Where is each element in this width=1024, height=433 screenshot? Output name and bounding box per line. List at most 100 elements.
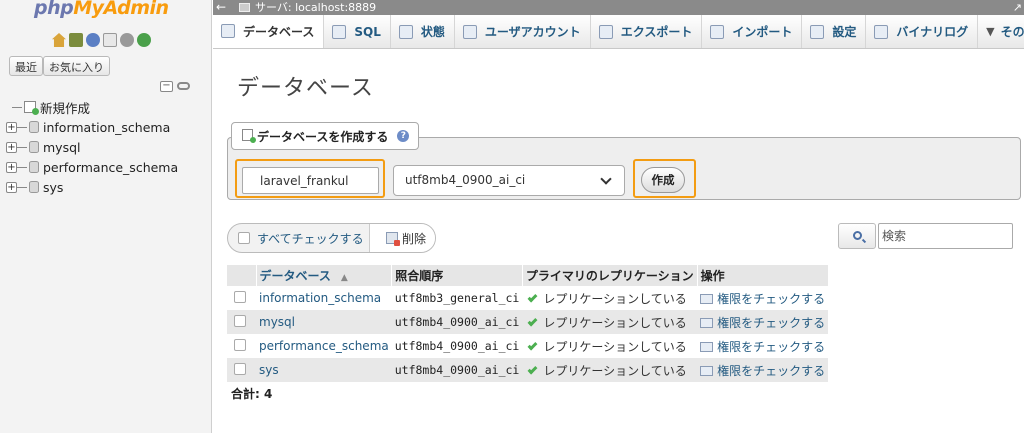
check-privileges-link[interactable]: 権限をチェックする: [697, 310, 829, 334]
status-icon: [398, 24, 413, 39]
collation-cell: utf8mb4_0900_ai_ci: [391, 358, 523, 382]
tree-item-label: performance_schema: [43, 159, 179, 175]
tree-new-label: 新規作成: [40, 100, 91, 116]
collation-cell: utf8mb4_0900_ai_ci: [391, 310, 523, 334]
documentation-icon[interactable]: [103, 33, 117, 47]
expand-icon[interactable]: +: [6, 121, 17, 133]
link-with-main-icon[interactable]: [177, 82, 190, 90]
check-all-checkbox[interactable]: [238, 232, 250, 244]
import-icon: [710, 24, 725, 39]
row-checkbox[interactable]: [234, 290, 246, 303]
bulk-actions-bar: すべてチェックする 削除: [227, 223, 436, 253]
tab-more[interactable]: ▼ その: [978, 15, 1024, 48]
database-name-input[interactable]: [242, 167, 379, 194]
sort-asc-icon: ▲: [340, 273, 348, 283]
tree-item-label: sys: [43, 179, 64, 195]
tab-sql[interactable]: SQL: [324, 15, 391, 48]
navigation-panel: phpMyAdmin 最近 お気に入り − 新規作成 + information…: [0, 0, 212, 433]
database-icon: [221, 24, 235, 38]
header-collation[interactable]: 照合順序: [391, 265, 523, 286]
tree-new-item[interactable]: 新規作成: [6, 97, 206, 117]
binary-log-icon: [874, 24, 889, 39]
check-privileges-link[interactable]: 権限をチェックする: [697, 286, 828, 310]
tab-user-accounts[interactable]: ユーザアカウント: [455, 15, 591, 48]
total-count: 合計: 4: [231, 387, 273, 401]
check-privileges-link[interactable]: 権限をチェックする: [697, 334, 828, 358]
collation-cell: utf8mb3_general_ci: [394, 291, 520, 305]
database-name-link[interactable]: performance_schema: [256, 334, 392, 358]
collation-select[interactable]: utf8mb4_0900_ai_ci: [393, 165, 625, 196]
breadcrumb-bar: ← サーバ: localhost:8889 ↗: [213, 0, 1024, 15]
expand-icon[interactable]: +: [6, 141, 17, 153]
export-icon: [598, 24, 613, 39]
privileges-icon: [700, 365, 714, 376]
database-icon: [29, 161, 39, 173]
favorites-button[interactable]: お気に入り: [43, 56, 110, 76]
search-button[interactable]: [838, 223, 876, 249]
expand-icon[interactable]: +: [6, 161, 17, 173]
main-tabs: データベース SQL 状態 ユーザアカウント エクスポート インポート 設定 バ…: [213, 15, 1024, 49]
reload-icon[interactable]: [137, 33, 151, 47]
tab-settings[interactable]: 設定: [802, 15, 867, 48]
gear-icon[interactable]: [120, 33, 134, 47]
tab-export[interactable]: エクスポート: [591, 15, 703, 48]
tree-item-mysql[interactable]: + mysql: [6, 137, 206, 157]
collapse-arrow-icon[interactable]: ↗: [1013, 0, 1022, 15]
chevron-down-icon: [600, 173, 612, 185]
search-icon: [853, 231, 862, 240]
home-icon[interactable]: [52, 33, 66, 47]
replication-status: レプリケーションしている: [543, 291, 687, 306]
header-checkbox-col: [227, 265, 257, 286]
row-checkbox[interactable]: [234, 362, 246, 375]
database-name-link[interactable]: mysql: [256, 310, 392, 334]
database-icon: [29, 121, 39, 133]
check-all-control[interactable]: すべてチェックする: [228, 224, 370, 252]
header-database[interactable]: データベース ▲: [256, 265, 393, 286]
user-accounts-icon: [462, 24, 477, 39]
privileges-icon: [700, 317, 714, 328]
tree-item-information-schema[interactable]: + information_schema: [6, 117, 206, 137]
page-title: データベース: [237, 76, 374, 101]
database-name-link[interactable]: sys: [256, 358, 392, 382]
phpmyadmin-logo[interactable]: phpMyAdmin: [34, 0, 169, 19]
privileges-icon: [700, 293, 714, 304]
help-icon[interactable]: [86, 33, 100, 47]
recent-button[interactable]: 最近: [9, 56, 43, 76]
check-all-label: すべてチェックする: [257, 231, 364, 246]
check-icon: [527, 292, 538, 302]
collation-selected-value: utf8mb4_0900_ai_ci: [405, 173, 526, 187]
tree-item-sys[interactable]: + sys: [6, 177, 206, 197]
create-database-legend-label: データベースを作成する: [257, 130, 389, 144]
collation-cell: utf8mb4_0900_ai_ci: [394, 339, 520, 353]
new-database-icon: [242, 129, 256, 143]
logout-icon[interactable]: [69, 33, 83, 47]
settings-icon: [810, 24, 825, 39]
help-icon[interactable]: ?: [397, 130, 410, 142]
new-database-icon: [24, 101, 39, 115]
tab-status[interactable]: 状態: [391, 15, 455, 48]
database-name-link[interactable]: information_schema: [256, 286, 392, 310]
tab-import[interactable]: インポート: [702, 15, 803, 48]
expand-icon[interactable]: +: [6, 181, 17, 193]
check-icon: [527, 364, 538, 374]
breadcrumb-server[interactable]: サーバ: localhost:8889: [255, 0, 376, 15]
tab-binary-log[interactable]: バイナリログ: [866, 15, 979, 48]
tree-item-performance-schema[interactable]: + performance_schema: [6, 157, 206, 177]
check-privileges-link[interactable]: 権限をチェックする: [697, 358, 829, 382]
chevron-down-icon: ▼: [986, 25, 995, 38]
delete-button[interactable]: 削除: [370, 224, 435, 252]
back-arrow-icon[interactable]: ←: [216, 0, 226, 15]
row-checkbox[interactable]: [234, 314, 246, 327]
sql-icon: [332, 24, 347, 39]
header-action: 操作: [697, 265, 829, 286]
table-row: mysql utf8mb4_0900_ai_ci レプリケーションしている 権限…: [227, 310, 829, 334]
database-icon: [29, 141, 39, 153]
tab-databases[interactable]: データベース: [213, 15, 325, 48]
search-input[interactable]: [878, 223, 1013, 249]
main-content: データベース データベースを作成する ? utf8mb4_0900_ai_ci …: [213, 50, 1024, 433]
collapse-all-icon[interactable]: −: [160, 81, 173, 92]
replication-status: レプリケーションしている: [543, 315, 687, 330]
create-button[interactable]: 作成: [641, 167, 685, 193]
row-checkbox[interactable]: [234, 338, 246, 351]
delete-label: 削除: [402, 231, 427, 246]
